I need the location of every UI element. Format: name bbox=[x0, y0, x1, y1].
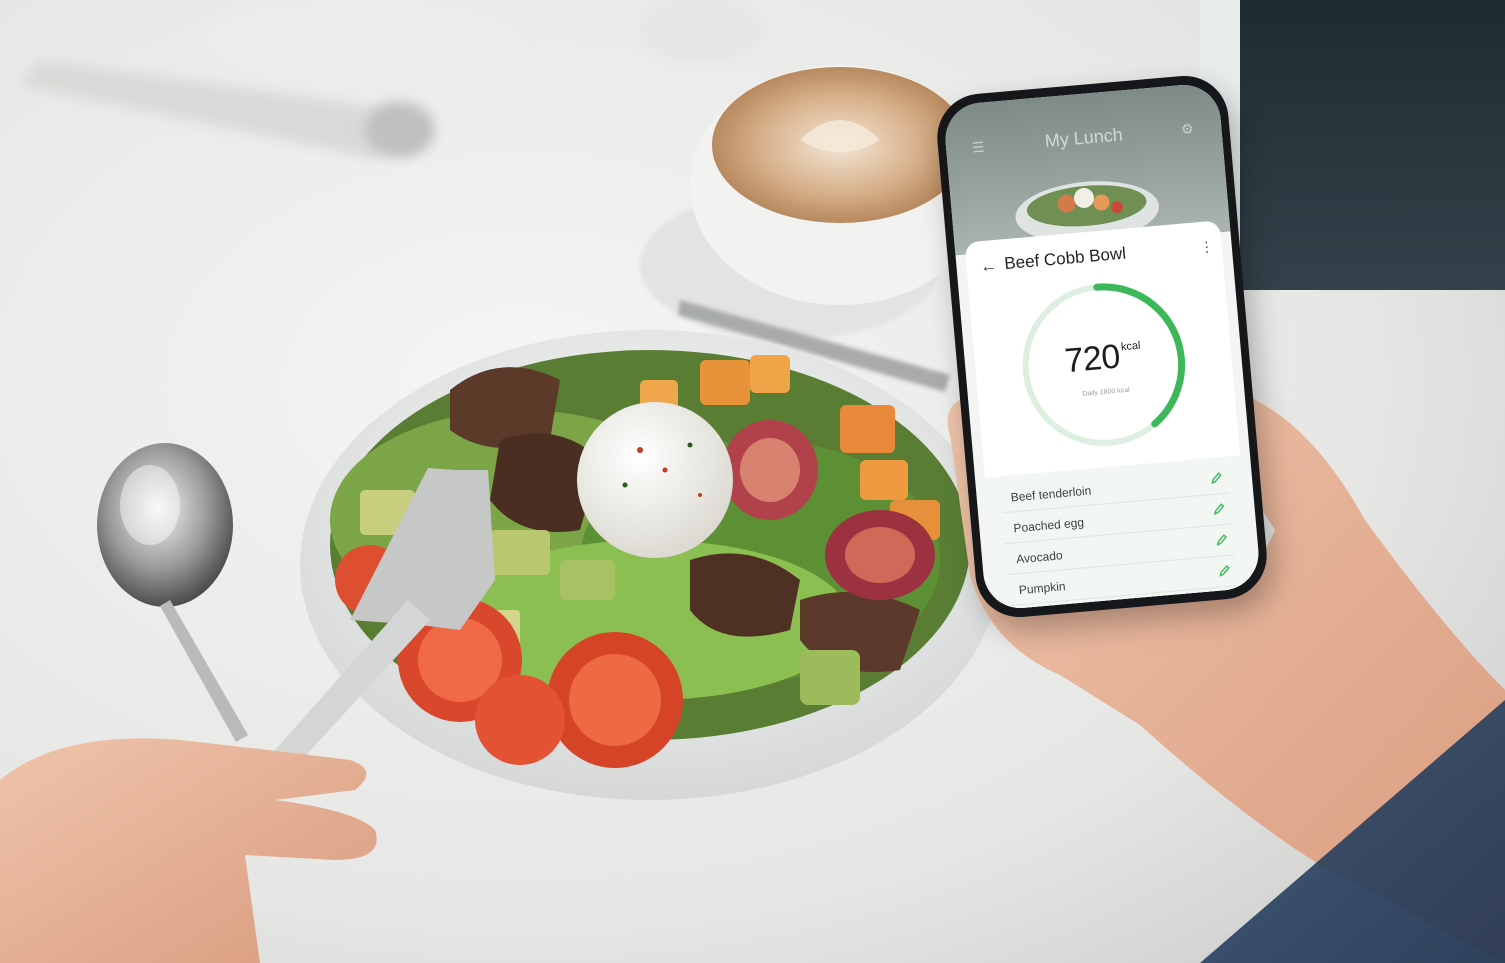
meal-card: ← Beef Cobb Bowl ⋮ 720kcal Daily 1800 kc… bbox=[964, 220, 1256, 612]
pencil-icon[interactable] bbox=[1209, 470, 1224, 485]
more-vertical-icon[interactable]: ⋮ bbox=[1199, 235, 1214, 260]
calorie-unit: kcal bbox=[1120, 339, 1141, 354]
pencil-icon[interactable] bbox=[1215, 532, 1230, 547]
ingredient-label: Beef tenderloin bbox=[1010, 483, 1092, 505]
smartphone: ☰ My Lunch ⚙ ← Beef Cobb Bowl ⋮ 720kcal … bbox=[933, 72, 1271, 621]
ingredient-list: Beef tenderloin Poached egg Avocado Pump… bbox=[984, 455, 1256, 612]
gear-icon[interactable]: ⚙ bbox=[1179, 120, 1196, 137]
card-header: ← Beef Cobb Bowl ⋮ bbox=[966, 234, 1223, 282]
ingredient-label: Pumpkin bbox=[1018, 579, 1067, 598]
pencil-icon[interactable] bbox=[1212, 501, 1227, 516]
phone-screen: ☰ My Lunch ⚙ ← Beef Cobb Bowl ⋮ 720kcal … bbox=[942, 81, 1262, 612]
calorie-ring: 720kcal Daily 1800 kcal bbox=[1008, 270, 1199, 461]
photo-scene: ☰ My Lunch ⚙ ← Beef Cobb Bowl ⋮ 720kcal … bbox=[0, 0, 1505, 963]
ingredient-label: Poached egg bbox=[1012, 515, 1085, 536]
background-photo bbox=[0, 0, 1505, 963]
pencil-icon[interactable] bbox=[1217, 563, 1232, 578]
ingredient-label: Avocado bbox=[1015, 548, 1064, 567]
arrow-left-icon[interactable]: ← bbox=[978, 254, 1000, 280]
dish-name: Beef Cobb Bowl bbox=[1003, 243, 1127, 274]
calorie-value: 720 bbox=[1063, 337, 1122, 381]
